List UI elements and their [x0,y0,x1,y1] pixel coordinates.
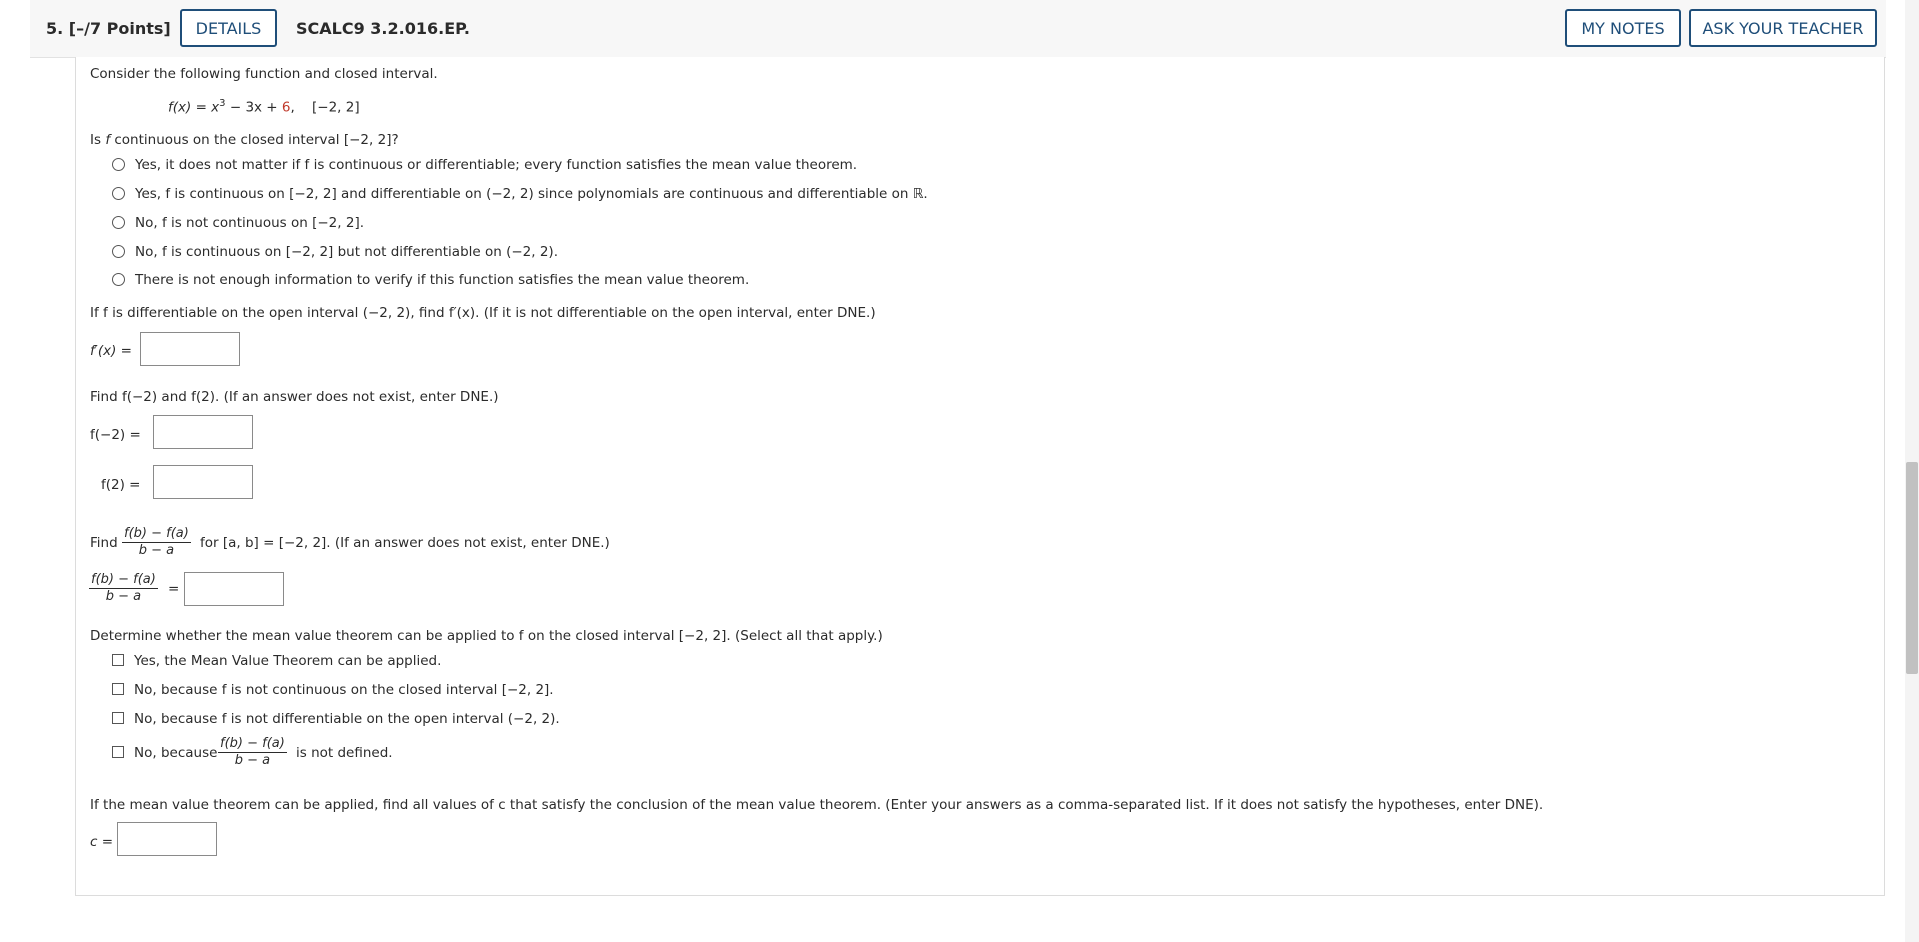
q5-option-2-label: No, because f is not continuous on the c… [134,682,554,698]
q5-option-1-checkbox[interactable] [112,654,124,666]
q1-prompt: Is f continuous on the closed interval [… [90,132,399,148]
q3-label-f-neg2: f(−2) = [90,427,141,443]
q1-option-4-radio[interactable] [112,245,125,258]
q5-option-3-checkbox[interactable] [112,712,124,724]
difference-quotient-input[interactable] [184,572,284,606]
question-panel [75,57,1885,896]
question-id: SCALC9 3.2.016.EP. [296,19,470,38]
q5-option-4-fraction: f(b) − f(a) b − a [218,736,287,768]
q1-option-4-label: No, f is continuous on [−2, 2] but not d… [135,244,558,260]
question-header: 5. [–/7 Points] DETAILS SCALC9 3.2.016.E… [30,0,1886,58]
scrollbar-thumb[interactable] [1906,462,1918,674]
q1-option-3-radio[interactable] [112,216,125,229]
q5-option-4-label-start: No, because [134,745,218,761]
function-definition: f(x) = x3 − 3x + 6, [−2, 2] [168,98,360,116]
my-notes-button[interactable]: MY NOTES [1565,9,1681,47]
q4-equals: = [168,581,180,597]
q1-option-3-label: No, f is not continuous on [−2, 2]. [135,215,364,231]
question-number-points: 5. [–/7 Points] [46,19,171,38]
q2-prompt: If f is differentiable on the open inter… [90,305,876,321]
q5-prompt: Determine whether the mean value theorem… [90,628,883,644]
q1-option-1-label: Yes, it does not matter if f is continuo… [135,157,858,173]
q2-label: f′(x) = [90,343,132,359]
q5-option-3-label: No, because f is not differentiable on t… [134,711,560,727]
q1-option-1-radio[interactable] [112,158,125,171]
q3-prompt: Find f(−2) and f(2). (If an answer does … [90,389,499,405]
details-button[interactable]: DETAILS [180,9,277,47]
q4-prompt-fraction: f(b) − f(a) b − a [122,526,191,558]
q4-prompt-find: Find [90,535,118,551]
q5-option-2-checkbox[interactable] [112,683,124,695]
q5-option-4-checkbox[interactable] [112,746,124,758]
f-neg2-input[interactable] [153,415,253,449]
q6-label: c = [90,834,114,850]
q1-option-5-label: There is not enough information to verif… [135,272,750,288]
q1-option-2-label: Yes, f is continuous on [−2, 2] and diff… [135,186,928,202]
intro-text: Consider the following function and clos… [90,66,438,82]
derivative-input[interactable] [140,332,240,366]
q4-prompt-text: for [a, b] = [−2, 2]. (If an answer does… [200,535,610,551]
q4-label-fraction: f(b) − f(a) b − a [89,572,158,604]
ask-your-teacher-button[interactable]: ASK YOUR TEACHER [1689,9,1877,47]
q1-option-5-radio[interactable] [112,273,125,286]
q5-option-1-label: Yes, the Mean Value Theorem can be appli… [134,653,442,669]
c-values-input[interactable] [117,822,217,856]
q1-option-2-radio[interactable] [112,187,125,200]
f-2-input[interactable] [153,465,253,499]
q5-option-4-label-end: is not defined. [296,745,393,761]
q3-label-f-2: f(2) = [101,477,141,493]
q6-prompt: If the mean value theorem can be applied… [90,797,1544,813]
